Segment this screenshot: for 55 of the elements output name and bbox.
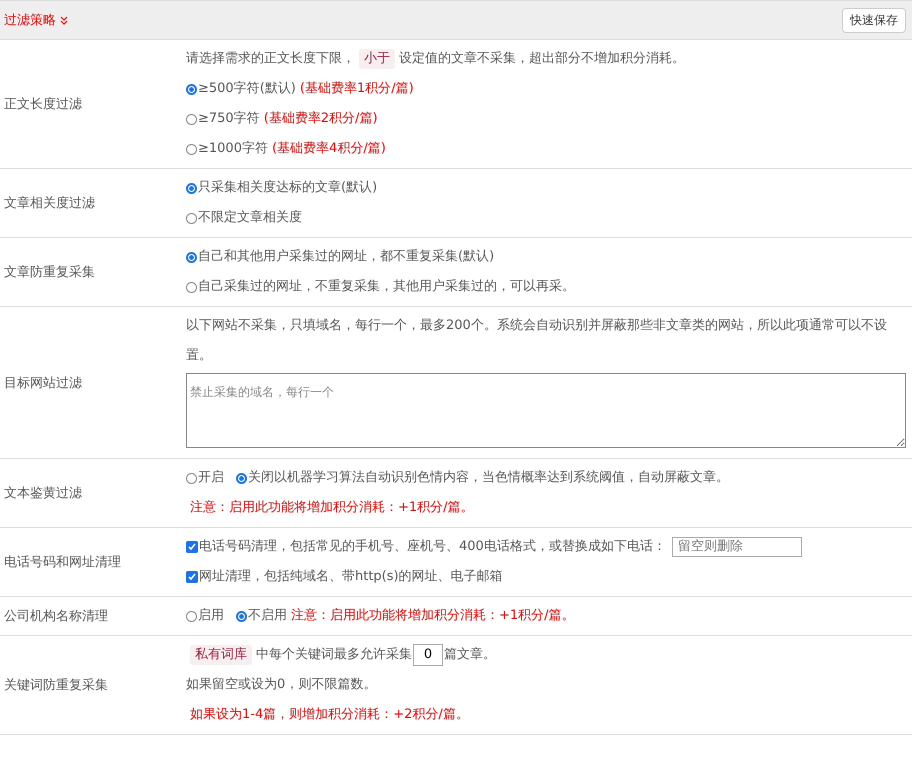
radio-button[interactable] <box>186 610 197 622</box>
save-button[interactable]: 快速保存 <box>842 8 906 32</box>
row-label: 目标网站过滤 <box>3 374 83 392</box>
phone-input-field[interactable]: 留空则删除 <box>672 537 802 557</box>
warning-text: 注意：启用此功能将增加积分消耗：+1积分/篇。 <box>291 607 575 625</box>
row-label: 电话号码和网址清理 <box>3 554 122 572</box>
radio-label[interactable]: ≥1000字符 <box>198 134 268 164</box>
radio-label[interactable]: 开启 <box>198 463 224 493</box>
description-text: 中每个关键词最多允许采集 <box>256 646 412 664</box>
description-text: 以下网站不采集，只填域名，每行一个，最多200个。系统会自动识别并屏蔽那些非文章类的网站，所以此项通常可以不设置。 <box>186 317 888 365</box>
radio-label[interactable]: 启用 <box>198 601 224 631</box>
description-text: 设定值的文章不采集，超出部分不增加积分消耗。 <box>399 50 685 68</box>
radio-label[interactable]: 只采集相关度达标的文章(默认) <box>198 173 378 203</box>
radio-button[interactable] <box>186 144 197 154</box>
radio-button[interactable] <box>236 610 247 622</box>
checkbox-label[interactable]: 电话号码清理，包括常见的手机号、座机号、400电话格式，或替换成如下电话： <box>199 532 666 562</box>
checkbox[interactable] <box>186 571 198 583</box>
radio-label[interactable]: ≥750字符 <box>198 104 260 134</box>
warning-text: 如果设为1-4篇，则增加积分消耗：+2积分/篇。 <box>190 706 469 724</box>
row-label: 正文长度过滤 <box>3 96 83 114</box>
radio-button[interactable] <box>186 282 197 292</box>
radio-label[interactable]: 自己和其他用户采集过的网址，都不重复采集(默认) <box>198 242 494 272</box>
radio-label[interactable]: 关闭 <box>248 463 274 493</box>
radio-label[interactable]: ≥500字符(默认) <box>198 74 296 104</box>
description-text: 以机器学习算法自动识别色情内容，当色情概率达到系统阈值，自动屏蔽文章。 <box>274 469 729 487</box>
radio-button[interactable] <box>186 212 197 224</box>
count-input-field[interactable]: 0 <box>413 644 443 666</box>
description-text: 请选择需求的正文长度下限， <box>186 50 355 68</box>
radio-button[interactable] <box>186 114 197 124</box>
radio-label[interactable]: 不启用 <box>248 601 287 631</box>
warning-text: (基础费率4积分/篇) <box>272 140 386 158</box>
section-title: 过滤策略 <box>4 12 56 29</box>
radio-button[interactable] <box>236 472 247 484</box>
description-text: 如果留空或设为0，则不限篇数。 <box>186 676 376 694</box>
row-label: 文章防重复采集 <box>3 264 96 282</box>
keyword-tag: 小于 <box>359 49 395 69</box>
chevron-down-icon[interactable] <box>60 16 68 24</box>
row-label: 文章相关度过滤 <box>3 195 96 213</box>
description-text: 篇文章。 <box>444 646 496 664</box>
radio-button[interactable] <box>186 182 197 194</box>
warning-text: (基础费率1积分/篇) <box>300 80 414 98</box>
radio-label[interactable]: 自己采集过的网址，不重复采集，其他用户采集过的，可以再采。 <box>198 272 575 302</box>
warning-text: 注意：启用此功能将增加积分消耗：+1积分/篇。 <box>190 499 474 517</box>
row-label: 公司机构名称清理 <box>3 608 109 626</box>
row-label: 文本鉴黄过滤 <box>3 485 83 503</box>
keyword-tag: 私有词库 <box>190 645 252 665</box>
row-label: 关键词防重复采集 <box>3 677 109 695</box>
warning-text: (基础费率2积分/篇) <box>264 110 378 128</box>
radio-button[interactable] <box>186 84 197 94</box>
checkbox-label[interactable]: 网址清理，包括纯域名、带http(s)的网址、电子邮箱 <box>199 562 503 592</box>
radio-button[interactable] <box>186 472 197 484</box>
checkbox[interactable] <box>186 541 198 553</box>
radio-label[interactable]: 不限定文章相关度 <box>198 203 302 233</box>
domain-input-field[interactable]: 禁止采集的域名，每行一个 <box>186 373 906 448</box>
radio-button[interactable] <box>186 252 197 262</box>
